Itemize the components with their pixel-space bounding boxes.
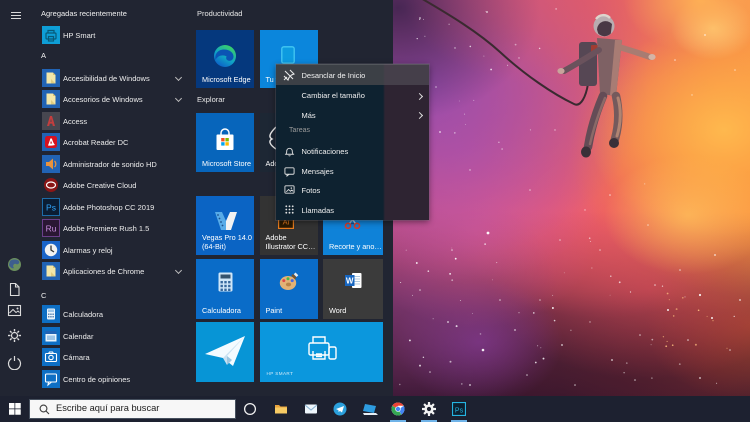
svg-text:Ru: Ru: [46, 224, 57, 234]
svg-text:Ps: Ps: [455, 407, 464, 414]
svg-text:Ps: Ps: [46, 202, 56, 212]
svg-text:W: W: [346, 276, 354, 285]
